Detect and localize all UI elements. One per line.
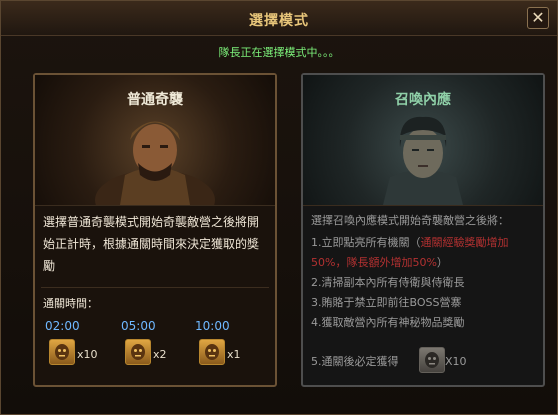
mask-token-icon <box>49 339 75 365</box>
mask-token-icon <box>125 339 151 365</box>
guaranteed-reward-row: 5.通關後必定獲得 X10 <box>311 347 539 373</box>
mask-token-icon <box>199 339 225 365</box>
summon-insider-description: 選擇召喚內應模式開始奇襲敵營之後將： <box>311 214 509 227</box>
close-button[interactable]: ✕ <box>527 7 549 29</box>
summon-insider-header: 召喚內應 <box>303 75 543 206</box>
select-mode-dialog: 選擇模式 ✕ 隊長正在選擇模式中。。。 普通奇襲 選擇普通奇襲模式開始奇襲敵營之… <box>0 0 558 415</box>
summon-insider-benefits: 1.立即點亮所有機關（通關經驗獎勵增加50%，隊長額外增加50%） 2.清掃副本… <box>311 233 539 333</box>
benefit-item: 4.獲取敵營內所有神秘物品獎勵 <box>311 316 465 329</box>
normal-raid-description: 選擇普通奇襲模式開始奇襲敵營之後將開始正計時，根據通關時間來決定獲取的獎勵 <box>43 215 260 273</box>
close-icon: ✕ <box>531 8 545 27</box>
insider-portrait-icon <box>383 116 463 205</box>
reward-quantity: x2 <box>153 348 167 361</box>
benefit-item: 3.賄賂于禁立即前往BOSS營寨 <box>311 296 462 309</box>
tier-time: 02:00 <box>45 319 80 333</box>
reward-quantity: x1 <box>227 348 241 361</box>
status-text: 隊長正在選擇模式中。。。 <box>218 46 340 59</box>
normal-raid-panel[interactable]: 普通奇襲 選擇普通奇襲模式開始奇襲敵營之後將開始正計時，根據通關時間來決定獲取的… <box>33 73 277 387</box>
guaranteed-reward-quantity: X10 <box>445 355 467 368</box>
clear-time-label: 通關時間： <box>43 297 98 310</box>
summon-insider-panel[interactable]: 召喚內應 選擇召喚內應模式開始奇襲敵營之後將： 1.立即點亮所有機關（通關經驗獎… <box>301 73 545 387</box>
mask-token-icon[interactable] <box>419 347 445 373</box>
divider <box>41 287 269 288</box>
benefit-item: 2.清掃副本內所有侍衛與侍衛長 <box>311 276 465 289</box>
normal-raid-header: 普通奇襲 <box>35 75 275 206</box>
tier-time: 10:00 <box>195 319 230 333</box>
warrior-portrait-icon <box>95 121 215 205</box>
guaranteed-reward-text: 5.通關後必定獲得 <box>311 355 399 368</box>
benefit-item: 1.立即點亮所有機關（通關經驗獎勵增加50%，隊長額外增加50%） <box>311 236 509 269</box>
reward-quantity: x10 <box>77 348 98 361</box>
dialog-titlebar: 選擇模式 ✕ <box>1 1 557 36</box>
tier-time: 05:00 <box>121 319 156 333</box>
dialog-title: 選擇模式 <box>249 13 309 29</box>
